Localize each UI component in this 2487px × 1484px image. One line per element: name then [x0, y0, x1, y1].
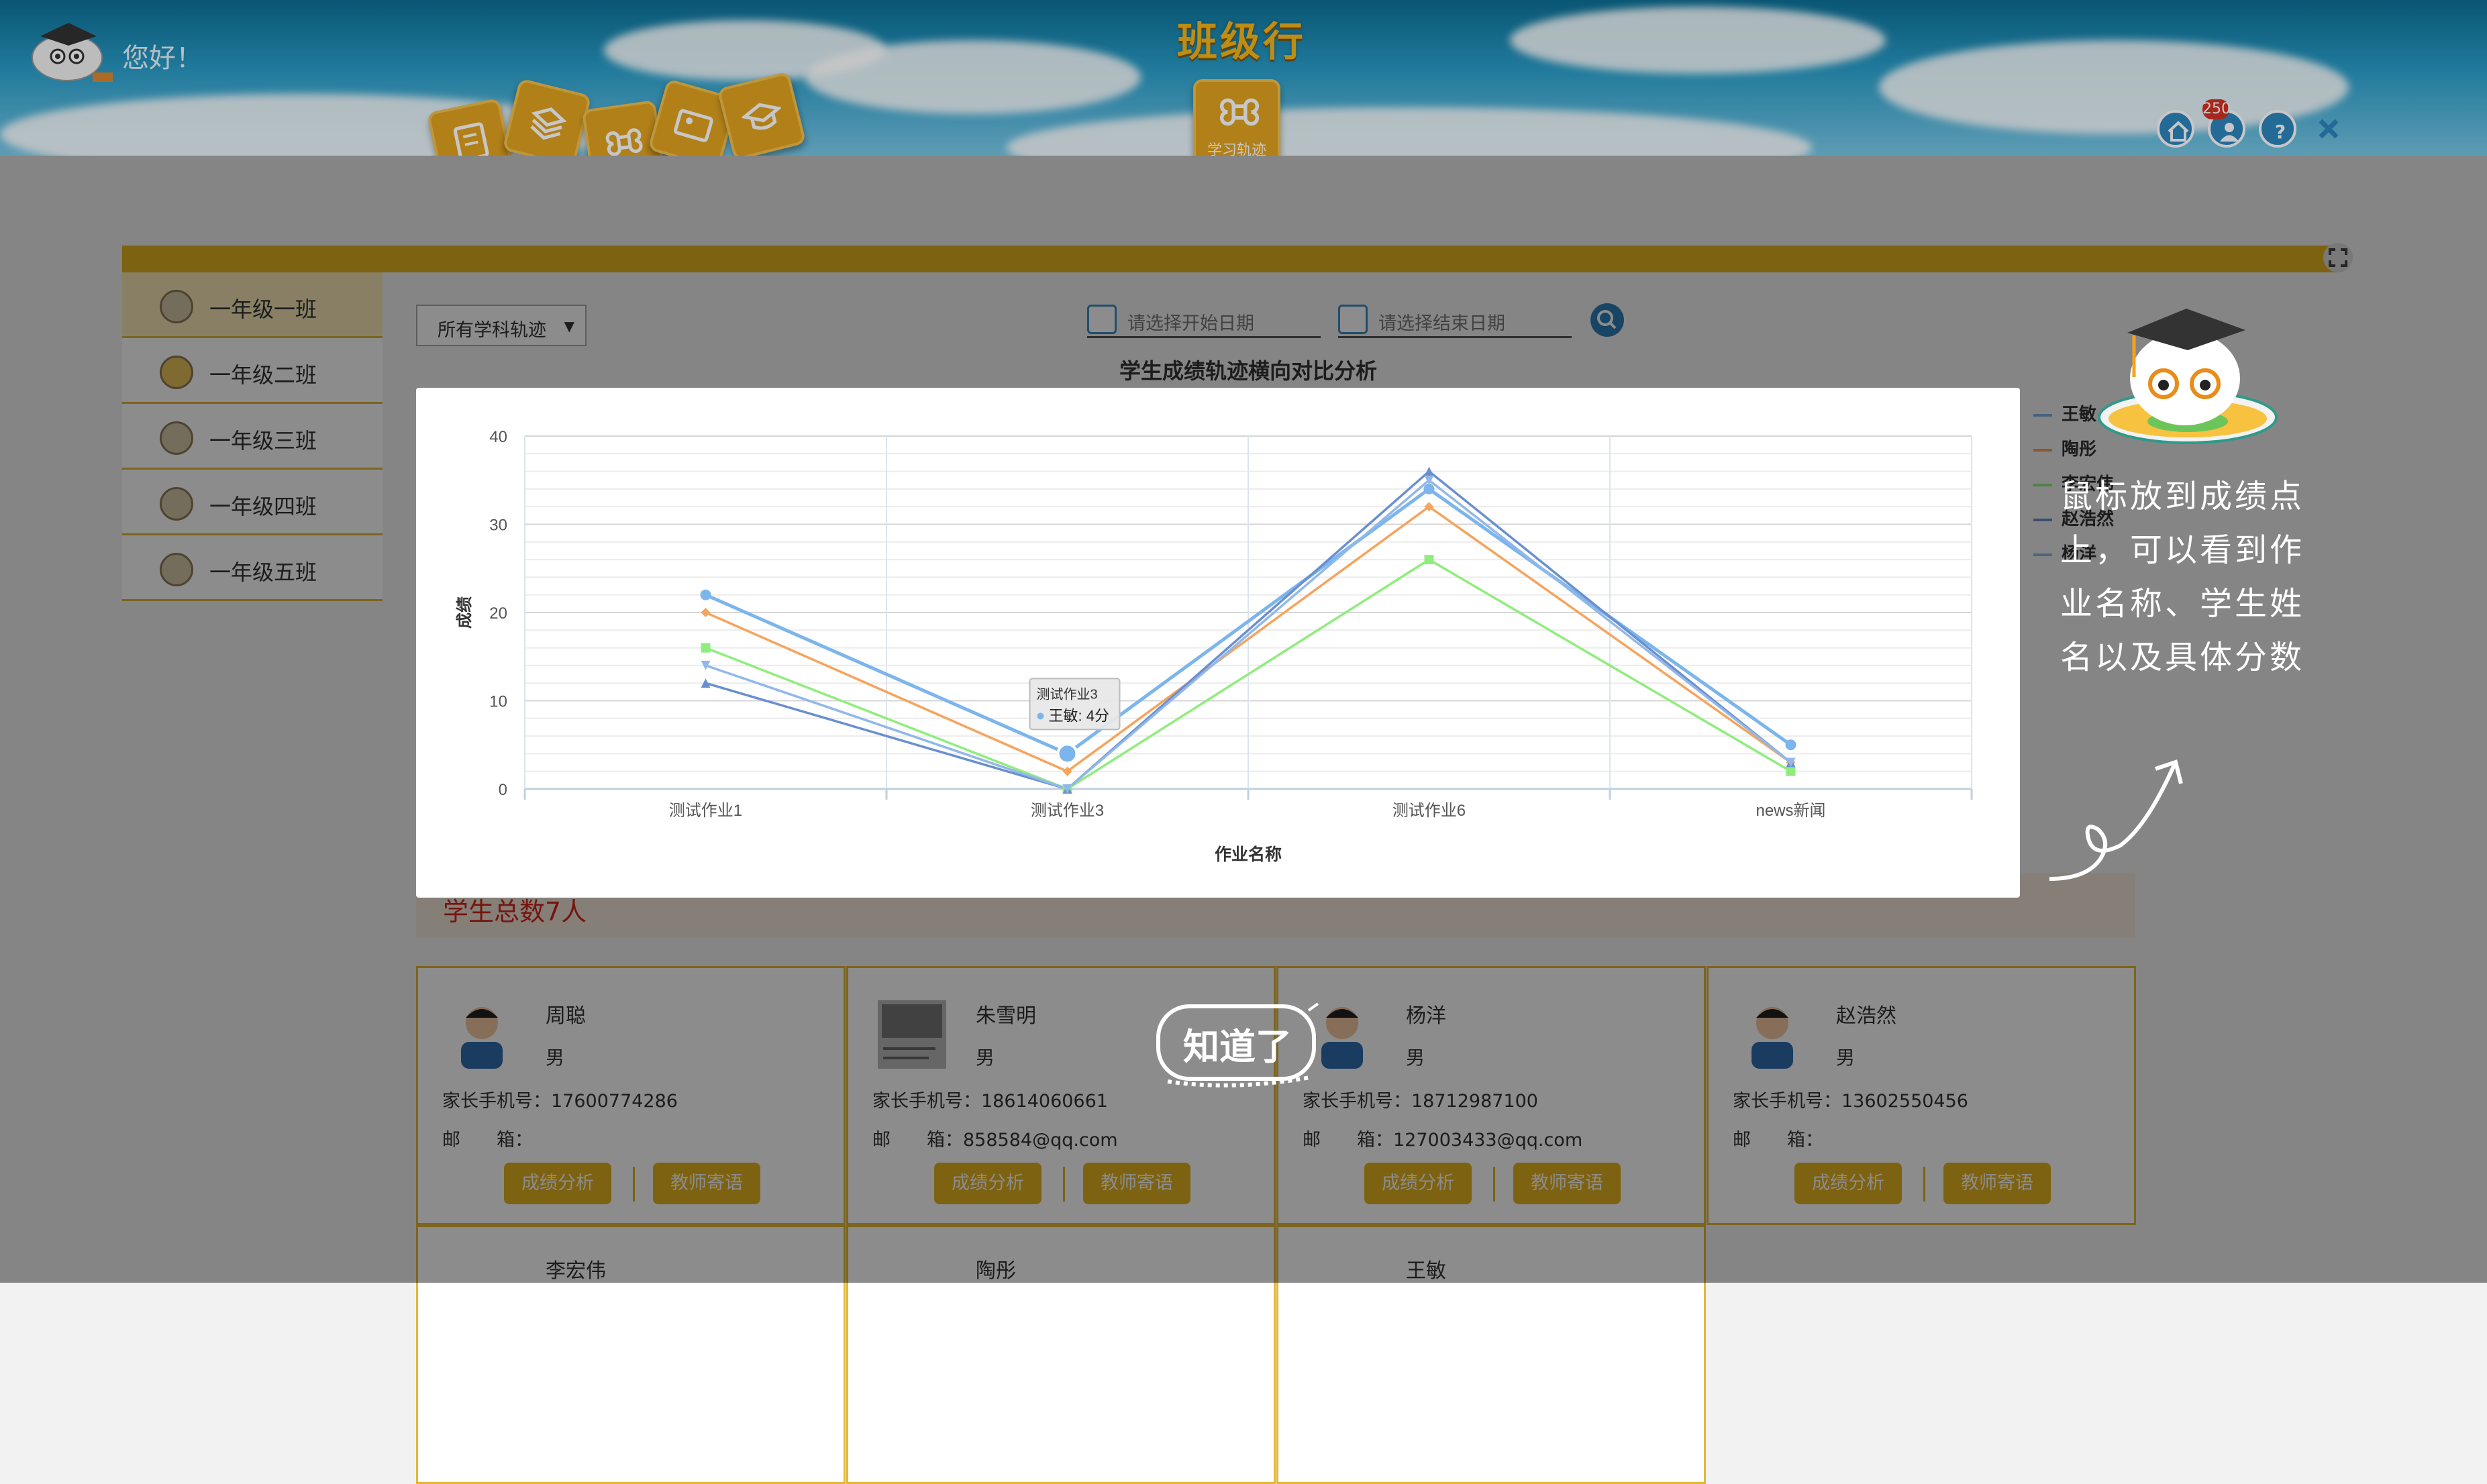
curly-arrow-icon	[2049, 759, 2183, 881]
y-tick-label: 20	[489, 604, 507, 623]
y-tick-label: 40	[489, 428, 507, 446]
data-point[interactable]	[1786, 766, 1796, 776]
y-tick-label: 0	[499, 781, 507, 799]
y-tick-label: 30	[489, 517, 507, 535]
header-dim-overlay	[0, 0, 2487, 156]
x-tick-label: 测试作业3	[1031, 802, 1104, 820]
tooltip-value: 王敏: 4分	[1049, 707, 1109, 724]
data-point[interactable]	[701, 643, 711, 653]
x-axis-title: 作业名称	[1215, 845, 1282, 864]
data-point[interactable]	[1785, 739, 1796, 751]
got-it-button[interactable]: 知道了	[1158, 1017, 1317, 1070]
tooltip-title: 测试作业3	[1037, 686, 1098, 702]
data-point[interactable]	[701, 608, 711, 617]
data-point[interactable]	[700, 589, 711, 600]
data-point[interactable]	[1424, 555, 1434, 565]
x-tick-label: news新闻	[1756, 802, 1825, 820]
score-line-chart: 0 10 20 30 40 测试作业1 测试作业3 测试作业6 news新闻作业名称 成绩 测试作…	[455, 428, 1973, 864]
tooltip-marker	[1037, 712, 1044, 720]
x-tick-label: 测试作业6	[1392, 802, 1466, 820]
x-tick-label: 测试作业1	[669, 802, 742, 820]
guide-instruction-text: 鼠标放到成绩点上，可以看到作业名称、学生姓名以及具体分数	[2060, 478, 2304, 676]
hovered-point	[1056, 743, 1078, 765]
data-point[interactable]	[1423, 483, 1435, 494]
y-tick-label: 10	[489, 693, 507, 711]
guide-mascot-icon	[2098, 309, 2278, 444]
chart-highlight-panel: 0 10 20 30 40 测试作业1 测试作业3 测试作业6 news新闻作业名称 成绩 测试作…	[416, 388, 2020, 898]
y-axis-title: 成绩	[455, 596, 474, 629]
